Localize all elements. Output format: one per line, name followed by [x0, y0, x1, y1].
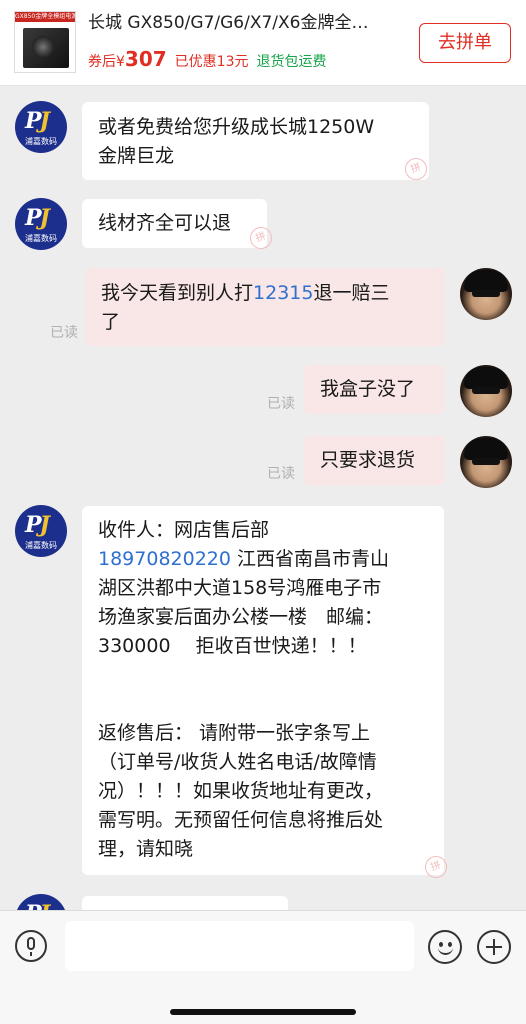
emoji-icon[interactable] [428, 930, 462, 964]
message-text: 湖区洪都中大道158号鸿雁电子市 [98, 577, 382, 599]
microphone-icon[interactable] [15, 930, 47, 962]
message-text: 我盒子没了 [320, 378, 416, 400]
shop-avatar-mark: PJ [25, 512, 50, 538]
message-bubble[interactable]: 只要求退货 [304, 436, 445, 485]
message-text: 收件人：网店售后部 [98, 519, 270, 541]
user-avatar[interactable] [460, 268, 512, 320]
message-text: 场渔家宴后面办公楼一楼 邮编： [98, 606, 384, 628]
power-supply-image [23, 28, 69, 68]
message-text: 或者免费给您升级成长城1250W [98, 116, 375, 138]
avatar-glasses [472, 458, 500, 465]
message-spacer [98, 661, 428, 719]
product-thumbnail[interactable]: GX850金牌全模组电源 [14, 11, 76, 73]
avatar-hair [464, 270, 508, 292]
message-bubble[interactable] [82, 896, 288, 910]
shop-avatar-name: 浦嘉数码 [25, 234, 57, 243]
shop-avatar-name: 浦嘉数码 [25, 137, 57, 146]
shop-avatar[interactable]: PJ 浦嘉数码 [15, 198, 67, 250]
chat-area[interactable]: PJ 浦嘉数码 或者免费给您升级成长城1250W 金牌巨龙 拼 PJ 浦嘉数码 … [0, 86, 526, 910]
message-text: 了 [101, 311, 121, 333]
shop-avatar-name: 浦嘉数码 [25, 541, 57, 550]
message-text-part: 江西省南昌市青山 [230, 548, 390, 570]
read-receipt: 已读 [50, 325, 78, 341]
phone-link[interactable]: 12315 [253, 282, 313, 304]
mic-stand [30, 952, 32, 956]
message-text: 18970820220 江西省南昌市青山 [98, 545, 428, 574]
message-text: 只要求退货 [320, 449, 416, 471]
avatar-hair [464, 367, 508, 389]
user-avatar[interactable] [460, 436, 512, 488]
product-price-line: 券后¥307 已优惠13元 退货包运费 [88, 47, 327, 74]
message-text: 返修售后： 请附带一张字条写上 [98, 722, 371, 744]
home-indicator[interactable] [170, 1009, 356, 1015]
price-prefix: 券后¥ [88, 54, 125, 70]
message-text: 330000 拒收百世快递！！！ [98, 635, 367, 657]
shop-avatar-mark: PJ [25, 901, 50, 910]
thumbnail-caption: GX850金牌全模组电源 [15, 12, 75, 22]
avatar-hair [464, 438, 508, 460]
mic-capsule [27, 937, 35, 950]
emoji-mouth [438, 945, 453, 955]
return-policy-label: 退货包运费 [256, 54, 327, 70]
product-title[interactable]: 长城 GX850/G7/G6/X7/X6金牌全… [88, 12, 398, 34]
read-receipt: 已读 [267, 466, 295, 482]
message-text: 金牌巨龙 [98, 145, 175, 167]
message-text-part: 退一赔三 [313, 282, 390, 304]
price-value: 307 [124, 47, 167, 71]
avatar-glasses [472, 387, 500, 394]
shop-avatar[interactable]: PJ 浦嘉数码 [15, 101, 67, 153]
group-buy-button[interactable]: 去拼单 [419, 23, 511, 63]
message-text: 理，请知晓 [98, 838, 194, 860]
message-bubble[interactable]: 我盒子没了 [304, 365, 445, 414]
product-header[interactable]: GX850金牌全模组电源 长城 GX850/G7/G6/X7/X6金牌全… 券后… [0, 0, 526, 86]
discount-label: 已优惠13元 [174, 54, 249, 70]
read-receipt: 已读 [267, 396, 295, 412]
message-text: 线材齐全可以退 [98, 212, 232, 234]
message-text: 需写明。无预留任何信息将推后处 [98, 809, 384, 831]
plus-icon[interactable] [477, 930, 511, 964]
shop-avatar-mark: PJ [25, 205, 50, 231]
message-bubble[interactable]: 或者免费给您升级成长城1250W 金牌巨龙 [82, 102, 429, 180]
message-bubble[interactable]: 线材齐全可以退 [82, 199, 267, 248]
message-input[interactable] [65, 921, 414, 971]
shop-avatar[interactable]: PJ [15, 894, 67, 910]
message-text: （订单号/收货人姓名电话/故障情 [98, 751, 377, 773]
message-text-part: 我今天看到别人打 [101, 282, 254, 304]
message-bubble[interactable]: 收件人：网店售后部 18970820220 江西省南昌市青山 湖区洪都中大道15… [82, 506, 444, 875]
message-text: 况）！！！如果收货地址有更改， [98, 780, 384, 802]
input-bar [0, 910, 526, 1024]
message-bubble[interactable]: 我今天看到别人打12315退一赔三 了 [85, 268, 445, 346]
shop-avatar[interactable]: PJ 浦嘉数码 [15, 505, 67, 557]
phone-link[interactable]: 18970820220 [98, 548, 231, 570]
message-text: 我今天看到别人打12315退一赔三 [101, 279, 429, 308]
avatar-glasses [472, 290, 500, 297]
shop-avatar-mark: PJ [25, 108, 50, 134]
user-avatar[interactable] [460, 365, 512, 417]
